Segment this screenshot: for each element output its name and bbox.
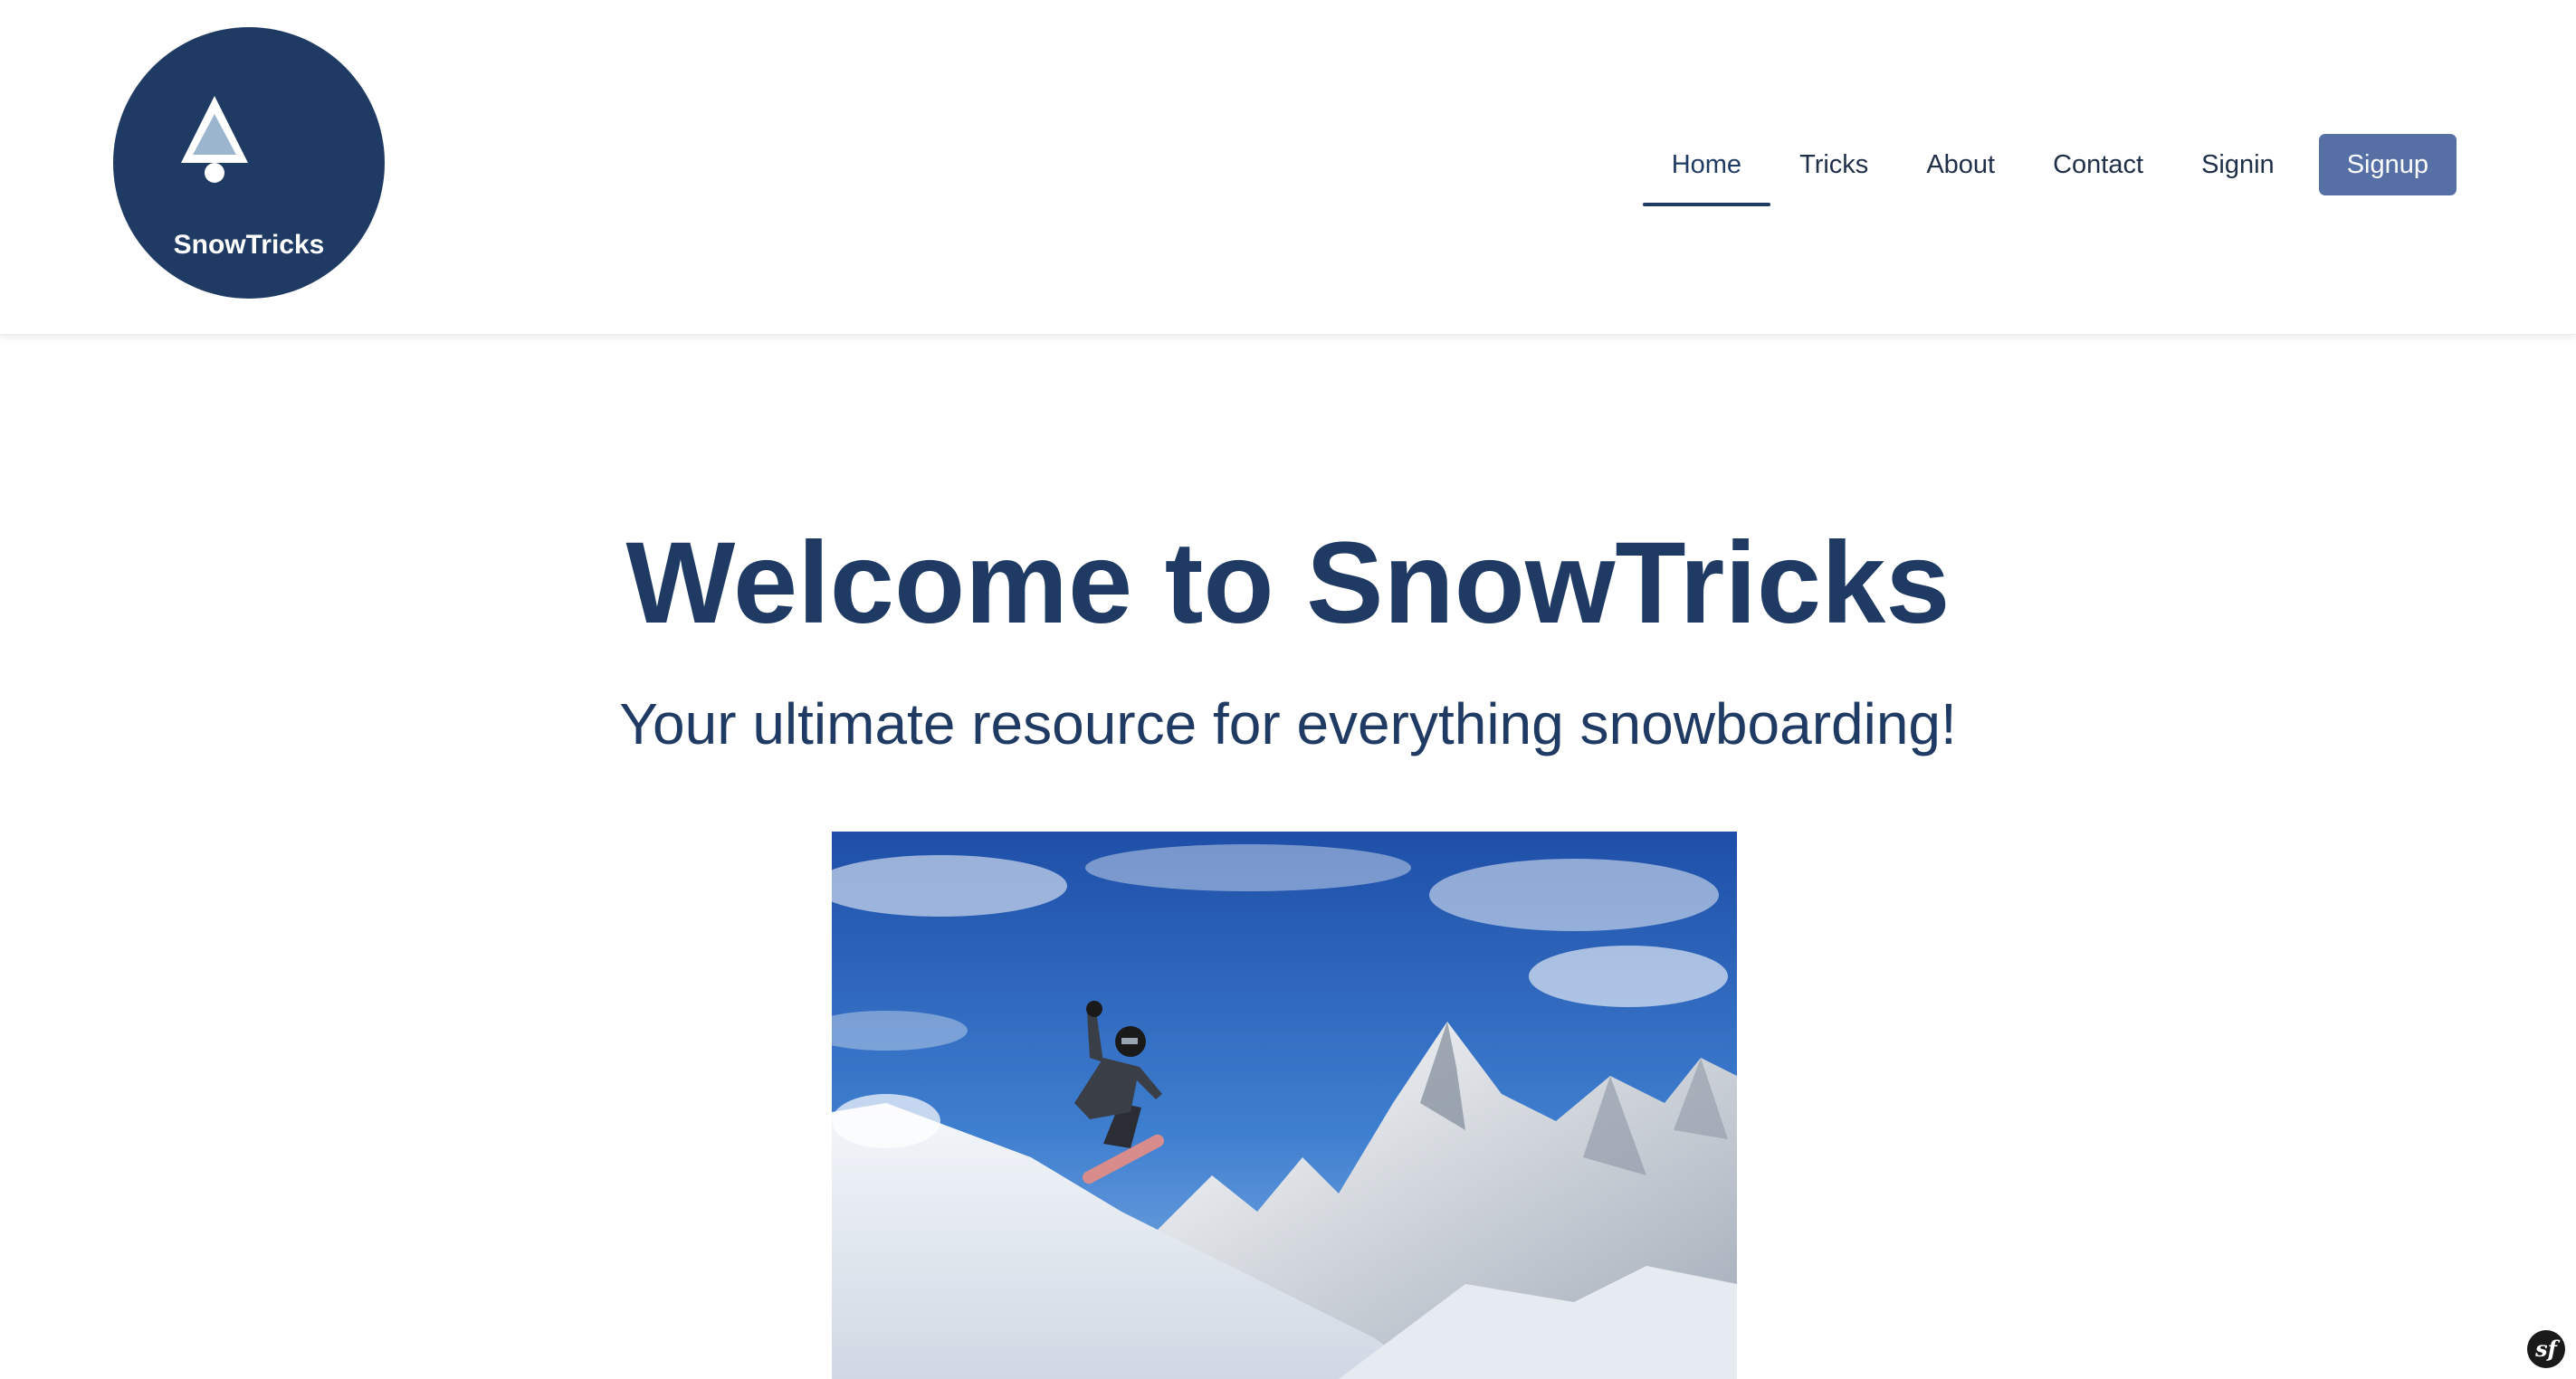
- symfony-icon[interactable]: sf: [2527, 1330, 2565, 1368]
- signup-button[interactable]: Signup: [2318, 134, 2457, 195]
- site-header: SnowTricks Home Tricks About Contact Sig…: [0, 0, 2576, 335]
- main-nav: Home Tricks About Contact Signin Signup: [1642, 134, 2457, 206]
- nav-tricks[interactable]: Tricks: [1770, 134, 1897, 195]
- nav-signin[interactable]: Signin: [2172, 134, 2304, 195]
- nav-about[interactable]: About: [1897, 134, 2024, 195]
- page: SnowTricks Home Tricks About Contact Sig…: [0, 0, 2576, 1379]
- brand-name: SnowTricks: [173, 230, 325, 260]
- hero-title: Welcome to SnowTricks: [625, 518, 1951, 648]
- nav-contact[interactable]: Contact: [2024, 134, 2172, 195]
- hero-subtitle: Your ultimate resource for everything sn…: [619, 691, 1957, 756]
- brand-logo[interactable]: SnowTricks: [113, 27, 385, 299]
- nav-home[interactable]: Home: [1642, 134, 1771, 206]
- snowboarder-jump-mountain-image: [832, 832, 1737, 1379]
